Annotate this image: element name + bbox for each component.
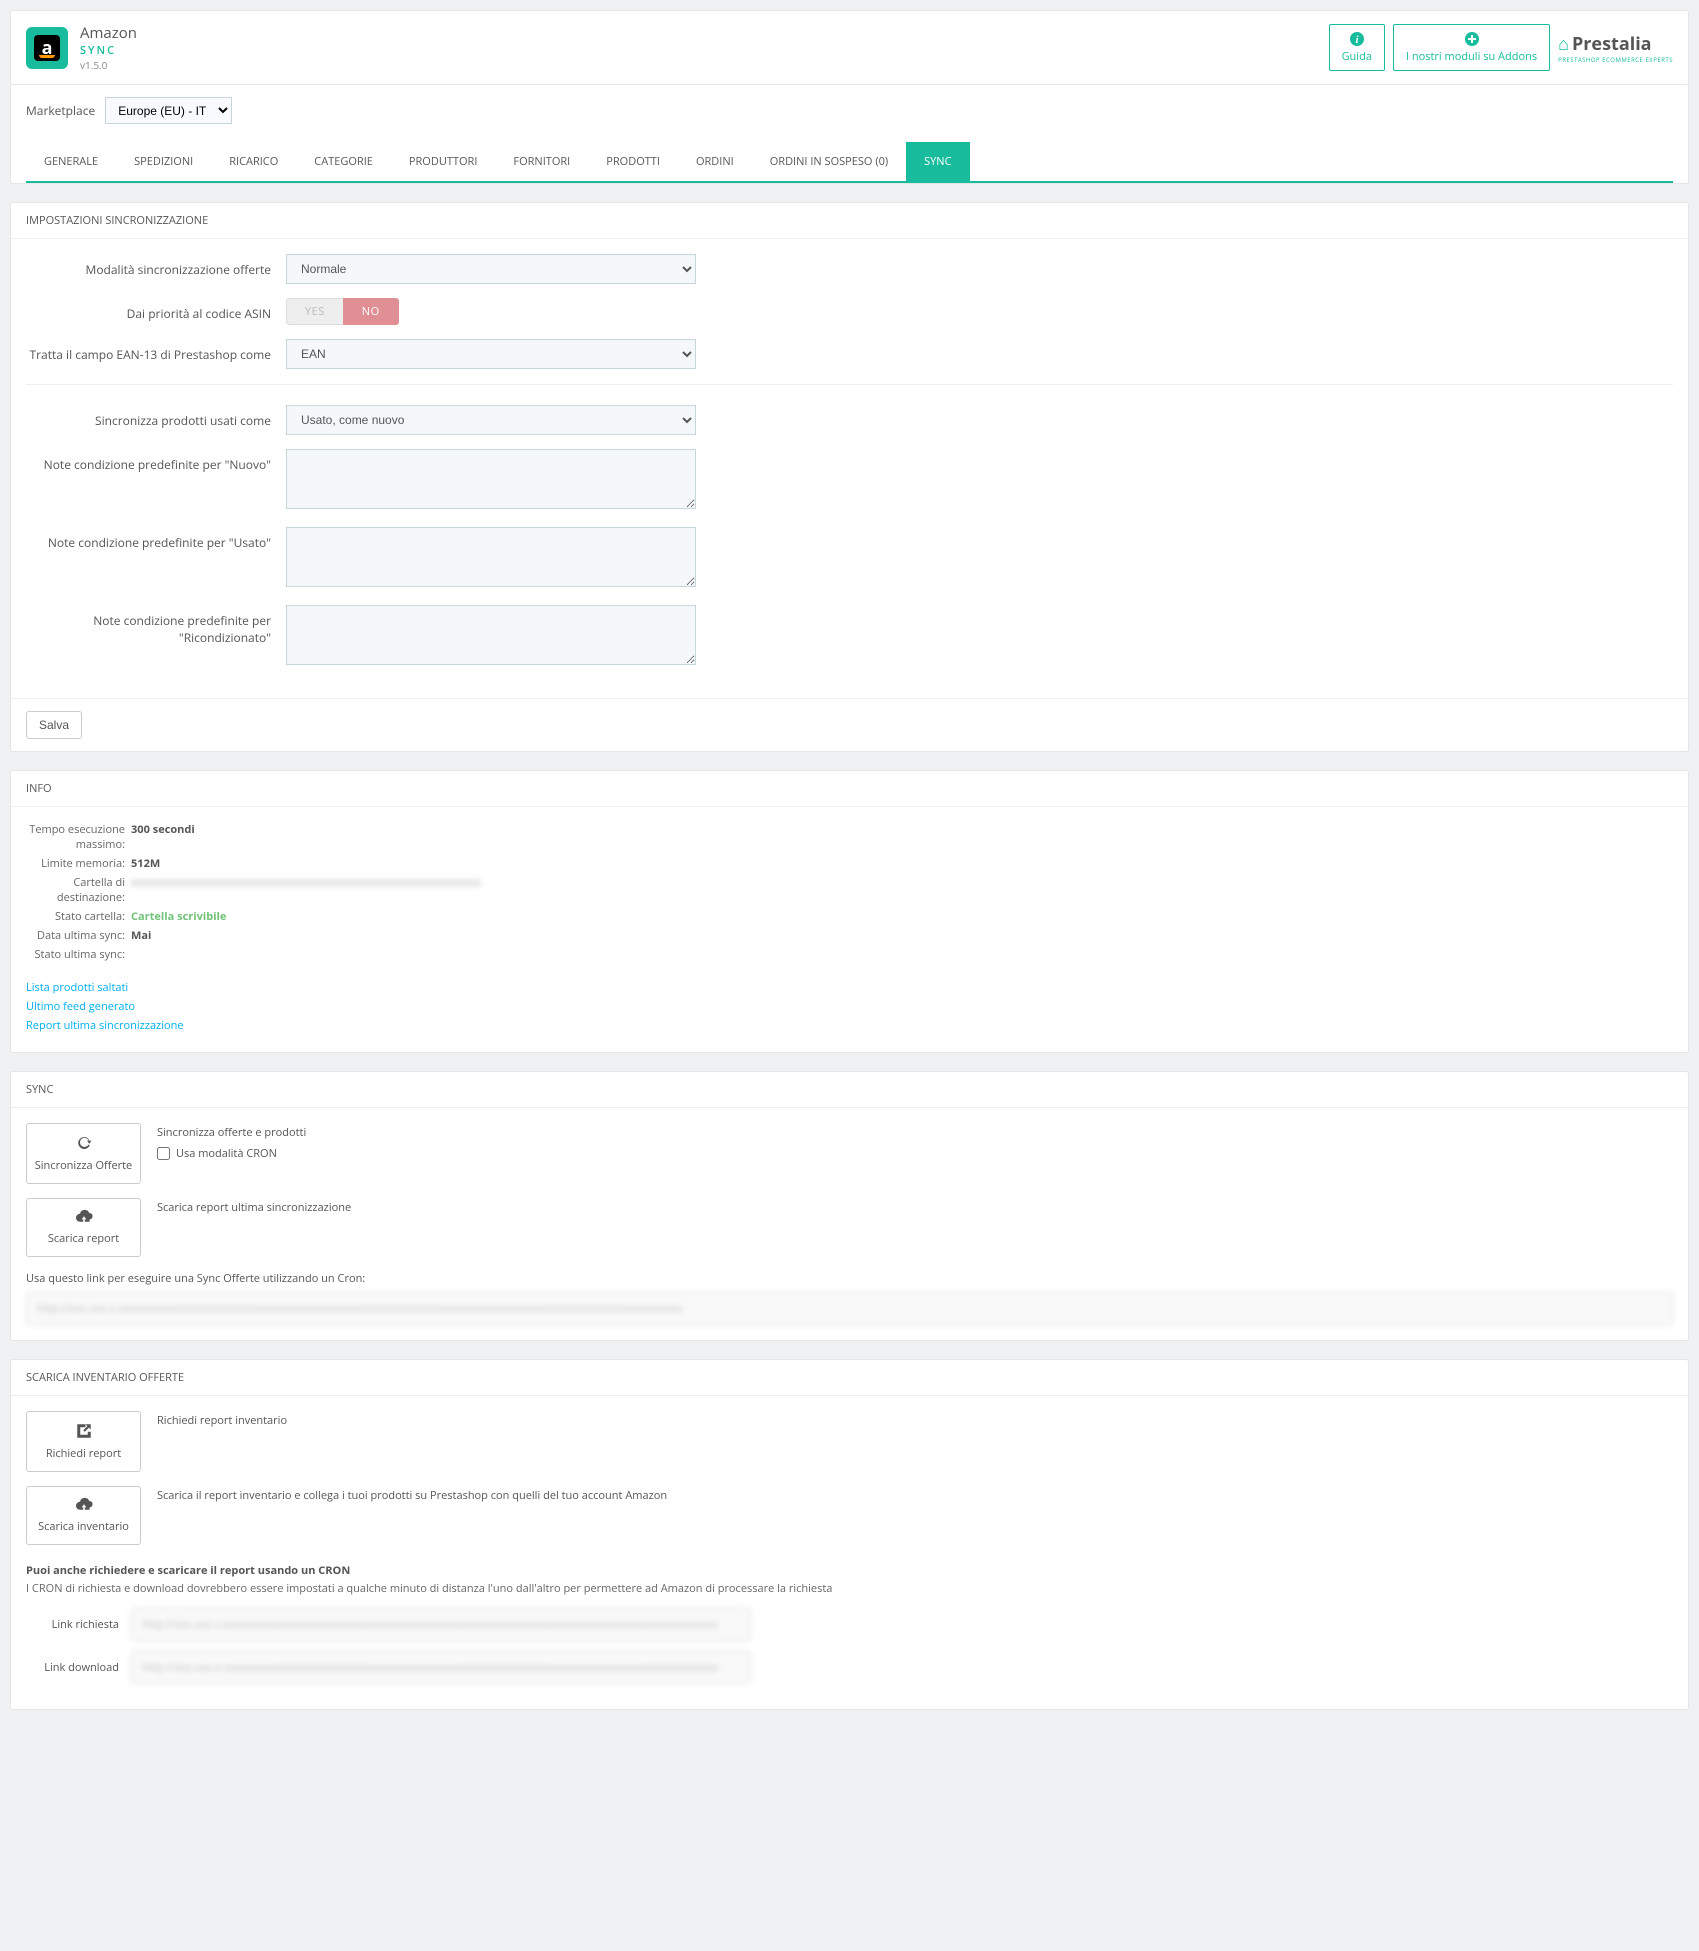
- note-used-textarea[interactable]: [286, 527, 696, 587]
- download-inventory-desc: Scarica il report inventario e collega i…: [157, 1486, 667, 1503]
- cron-checkbox-row[interactable]: Usa modalità CRON: [157, 1146, 306, 1161]
- exec-value: 300 secondi: [131, 822, 195, 852]
- cron-hint: Usa questo link per eseguire una Sync Of…: [26, 1271, 1673, 1286]
- lsync-value: Mai: [131, 928, 151, 943]
- toggle-yes[interactable]: YES: [286, 298, 343, 325]
- ean-select[interactable]: EAN: [286, 339, 696, 369]
- ean-label: Tratta il campo EAN-13 di Prestashop com…: [26, 339, 286, 363]
- fstate-value: Cartella scrivibile: [131, 909, 226, 924]
- tab-generale[interactable]: GENERALE: [26, 142, 116, 181]
- topbar: Marketplace Europe (EU) - IT GENERALESPE…: [10, 85, 1689, 184]
- panel-title: INFO: [11, 771, 1688, 807]
- marketplace-select[interactable]: Europe (EU) - IT: [105, 97, 232, 124]
- refresh-icon: [75, 1134, 93, 1152]
- tab-produttori[interactable]: PRODUTTORI: [391, 142, 496, 181]
- tab-sync[interactable]: SYNC: [906, 142, 969, 181]
- link-download-label: Link download: [26, 1660, 131, 1675]
- brand-logo: ⌂Prestalia PRESTASHOP ECOMMERCE EXPERTS: [1558, 32, 1673, 64]
- marketplace-label: Marketplace: [26, 102, 95, 119]
- fstate-label: Stato cartella:: [26, 909, 131, 924]
- asin-toggle[interactable]: YES NO: [286, 298, 696, 325]
- link-download-input[interactable]: http://xxx.xxx.x.xxxxxxxxxxxxxxxxxxxxxxx…: [131, 1651, 751, 1684]
- panel-title: IMPOSTAZIONI SINCRONIZZAZIONE: [11, 203, 1688, 239]
- download-inventory-button[interactable]: Scarica inventario: [26, 1486, 141, 1545]
- link-request-label: Link richiesta: [26, 1617, 131, 1632]
- module-title: Amazon: [80, 23, 137, 43]
- module-version: v1.5.0: [80, 58, 137, 72]
- exec-label: Tempo esecuzione massimo:: [26, 822, 131, 852]
- used-select[interactable]: Usato, come nuovo: [286, 405, 696, 435]
- note-new-textarea[interactable]: [286, 449, 696, 509]
- download-report-desc: Scarica report ultima sincronizzazione: [157, 1198, 351, 1215]
- inventory-panel: SCARICA INVENTARIO OFFERTE Richiedi repo…: [10, 1359, 1689, 1710]
- note-refurb-label: Note condizione predefinite per "Ricondi…: [26, 605, 286, 646]
- folder-label: Cartella di destinazione:: [26, 875, 131, 905]
- action-label: Richiedi report: [46, 1446, 121, 1461]
- panel-title: SYNC: [11, 1072, 1688, 1108]
- tab-categorie[interactable]: CATEGORIE: [296, 142, 391, 181]
- panel-title: SCARICA INVENTARIO OFFERTE: [11, 1360, 1688, 1396]
- info-link[interactable]: Report ultima sincronizzazione: [26, 1018, 1673, 1033]
- tab-ordini[interactable]: ORDINI: [678, 142, 752, 181]
- info-link[interactable]: Lista prodotti saltati: [26, 980, 1673, 995]
- info-icon: i: [1349, 31, 1365, 47]
- module-subtitle: SYNC: [80, 43, 137, 58]
- addons-label: I nostri moduli su Addons: [1406, 49, 1537, 64]
- plus-circle-icon: [1464, 31, 1480, 47]
- toggle-no[interactable]: NO: [343, 298, 399, 325]
- cron-url[interactable]: http://xxx.xxx.x.xxxxxxxxxxxxxxxxxxxxxxx…: [26, 1292, 1673, 1325]
- sstate-label: Stato ultima sync:: [26, 947, 131, 962]
- note-used-label: Note condizione predefinite per "Usato": [26, 527, 286, 551]
- mem-value: 512M: [131, 856, 160, 871]
- tabs: GENERALESPEDIZIONIRICARICOCATEGORIEPRODU…: [26, 142, 1673, 183]
- download-report-button[interactable]: Scarica report: [26, 1198, 141, 1257]
- sync-offers-button[interactable]: Sincronizza Offerte: [26, 1123, 141, 1184]
- cron-checkbox[interactable]: [157, 1147, 170, 1160]
- mode-select[interactable]: Normale: [286, 254, 696, 284]
- action-label: Sincronizza Offerte: [35, 1158, 132, 1173]
- action-label: Scarica inventario: [38, 1519, 129, 1534]
- action-label: Scarica report: [48, 1231, 119, 1246]
- request-report-button[interactable]: Richiedi report: [26, 1411, 141, 1472]
- tab-prodotti[interactable]: PRODOTTI: [588, 142, 678, 181]
- module-header: a Amazon SYNC v1.5.0 i Guida I nostri mo…: [10, 10, 1689, 85]
- sync-panel: SYNC Sincronizza Offerte Sincronizza off…: [10, 1071, 1689, 1341]
- tab-fornitori[interactable]: FORNITORI: [495, 142, 588, 181]
- sync-offers-desc: Sincronizza offerte e prodotti: [157, 1123, 306, 1140]
- cron-title: Puoi anche richiedere e scaricare il rep…: [26, 1563, 1673, 1578]
- tab-ricarico[interactable]: RICARICO: [211, 142, 296, 181]
- mode-label: Modalità sincronizzazione offerte: [26, 254, 286, 278]
- mem-label: Limite memoria:: [26, 856, 131, 871]
- cron-sub: I CRON di richiesta e download dovrebber…: [26, 1581, 1673, 1596]
- cloud-download-icon: [74, 1497, 94, 1513]
- tab-ordini-in-sospeso-0-[interactable]: ORDINI IN SOSPESO (0): [752, 142, 906, 181]
- request-report-desc: Richiedi report inventario: [157, 1411, 287, 1428]
- guide-label: Guida: [1342, 49, 1372, 64]
- save-button[interactable]: Salva: [26, 711, 82, 739]
- note-refurb-textarea[interactable]: [286, 605, 696, 665]
- info-link[interactable]: Ultimo feed generato: [26, 999, 1673, 1014]
- sync-settings-panel: IMPOSTAZIONI SINCRONIZZAZIONE Modalità s…: [10, 202, 1689, 752]
- addons-button[interactable]: I nostri moduli su Addons: [1393, 24, 1550, 71]
- cron-checkbox-label: Usa modalità CRON: [176, 1146, 277, 1161]
- guide-button[interactable]: i Guida: [1329, 24, 1385, 71]
- folder-value: xxxxxxxxxxxxxxxxxxxxxxxxxxxxxxxxxxxxxxxx…: [131, 875, 481, 905]
- tab-spedizioni[interactable]: SPEDIZIONI: [116, 142, 211, 181]
- used-label: Sincronizza prodotti usati come: [26, 405, 286, 429]
- module-logo: a: [26, 27, 68, 69]
- note-new-label: Note condizione predefinite per "Nuovo": [26, 449, 286, 473]
- lsync-label: Data ultima sync:: [26, 928, 131, 943]
- link-request-input[interactable]: http://xxx.xxx.x.xxxxxxxxxxxxxxxxxxxxxxx…: [131, 1608, 751, 1641]
- cloud-download-icon: [74, 1209, 94, 1225]
- asin-label: Dai priorità al codice ASIN: [26, 298, 286, 322]
- info-panel: INFO Tempo esecuzione massimo:300 second…: [10, 770, 1689, 1053]
- share-icon: [75, 1422, 93, 1440]
